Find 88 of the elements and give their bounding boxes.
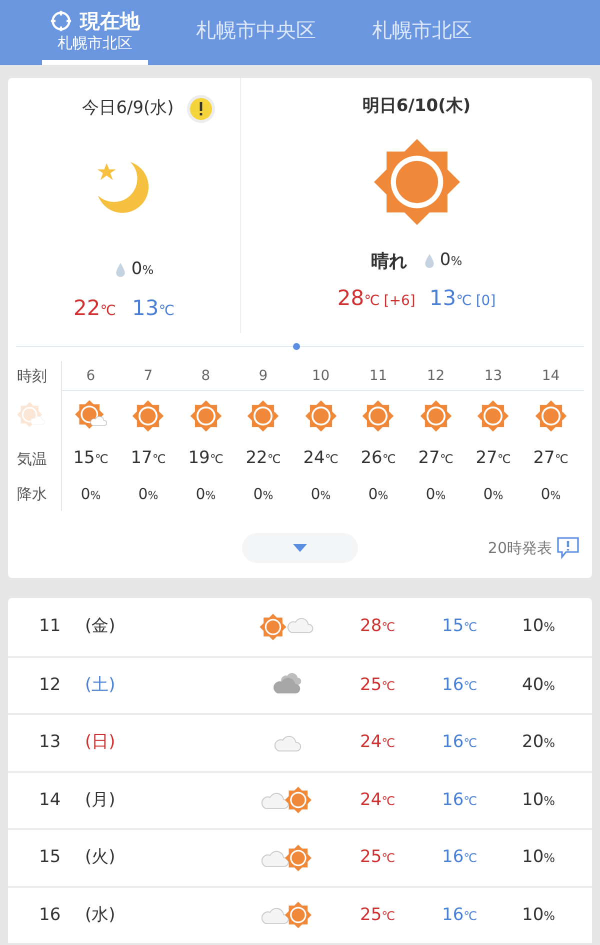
hourly-temperature: 27℃ [533,447,568,470]
hourly-precipitation: 0% [483,484,504,505]
hourly-precipitation: 0% [196,484,216,505]
low-temperature: 16℃ [442,732,478,752]
hourly-precipitation: 0% [426,484,446,505]
hourly-temperature: 22℃ [246,447,281,470]
hourly-temperature: 27℃ [418,447,454,470]
hourly-temperature: 27℃ [476,447,511,470]
raindrop-icon [116,262,126,277]
low-temperature: 16℃ [442,674,478,694]
day-number: 13 [39,731,62,754]
forecast-row[interactable]: 12 (土) 25℃ 16℃ 40% [8,656,592,713]
forecast-row[interactable]: 13 (日) 24℃ 16℃ 20% [8,713,592,770]
hourly-precipitation: 0% [80,484,101,505]
high-temperature: 25℃ [360,674,396,694]
sun-and-cloud-icon [259,612,315,641]
precipitation-chance: 0% [131,258,154,281]
sun-and-cloud-icon [17,402,45,430]
hourly-precipitation: 0% [368,484,388,505]
hour-label: 11 [368,367,388,386]
low-temperature: 15℃ [442,616,478,636]
tab-subtitle: 札幌市北区 [58,36,132,50]
precipitation-chance: 40% [522,674,556,696]
raindrop-icon [424,254,434,268]
hour-label: 8 [200,367,212,386]
high-temperature: 28℃ [360,616,396,636]
hourly-precipitation: 0% [138,484,158,505]
high-temperature: 28℃ [337,284,380,312]
hourly-temperature: 24℃ [303,447,338,470]
location-target-icon [50,10,72,32]
hourly-temperature: 26℃ [360,447,396,470]
day-number: 14 [39,788,62,812]
temperature-difference: [+6] [384,292,416,310]
hour-label: 6 [85,367,96,386]
precipitation-chance: 10% [522,904,556,926]
precipitation-chance: 20% [522,731,556,754]
row-label: 気温 [17,449,48,470]
hourly-precipitation: 0% [540,484,561,505]
forecast-row[interactable]: 15 (火) 25℃ 16℃ 10% [8,828,592,886]
high-temperature: 24℃ [360,732,396,752]
weekday: (火) [85,846,116,869]
precipitation-chance: 10% [522,788,556,812]
high-temperature: 24℃ [360,790,396,810]
hourly-temperature: 15℃ [73,447,108,470]
hour-label: 9 [258,367,269,386]
low-temperature: 13℃ [132,294,174,322]
temperature-difference: [0] [476,292,496,310]
warning-icon[interactable] [186,94,216,124]
hourly-temperature: 17℃ [130,447,166,470]
low-temperature: 16℃ [442,847,478,867]
weekday: (土) [85,674,116,696]
day-number: 15 [39,846,62,869]
precipitation-chance: 10% [522,615,556,638]
low-temperature: 13℃ [429,284,472,312]
row-label: 時刻 [17,366,48,387]
caret-down-icon [293,544,307,552]
hour-label: 12 [426,367,446,386]
hourly-precipitation: 0% [253,484,274,505]
weekday: (金) [85,615,116,638]
hour-label: 13 [483,367,504,386]
precipitation-chance: 0% [440,249,462,272]
day-number: 12 [39,674,62,696]
high-temperature: 25℃ [360,847,396,867]
high-temperature: 22℃ [74,294,116,322]
precipitation-chance: 10% [522,846,556,869]
row-label: 降水 [17,484,48,505]
hourly-temperature: 19℃ [188,447,224,470]
weekday: (水) [85,904,116,926]
hour-label: 14 [540,367,561,386]
tab-title: 現在地 [80,10,140,30]
day-number: 11 [39,615,62,638]
forecast-row[interactable]: 16 (水) 25℃ 16℃ 10% [8,886,592,943]
high-temperature: 25℃ [360,904,396,924]
forecast-row[interactable]: 14 (月) 24℃ 16℃ 10% [8,770,592,828]
info-bubble-icon[interactable] [556,536,580,560]
hour-label: 10 [310,367,331,386]
low-temperature: 16℃ [442,790,478,810]
low-temperature: 16℃ [442,904,478,924]
issued-time: 20時発表 [488,538,552,559]
hourly-precipitation: 0% [310,484,331,505]
hour-label: 7 [142,367,154,386]
weekday: (日) [85,731,116,754]
weekday: (月) [85,788,116,812]
day-heading: 今日6/9(水) [82,97,174,120]
day-heading: 明日6/10(木) [362,95,471,118]
weather-description: 晴れ [370,250,407,274]
day-number: 16 [39,904,62,926]
forecast-row[interactable]: 11 (金) 28℃ 15℃ 10% [8,598,592,656]
